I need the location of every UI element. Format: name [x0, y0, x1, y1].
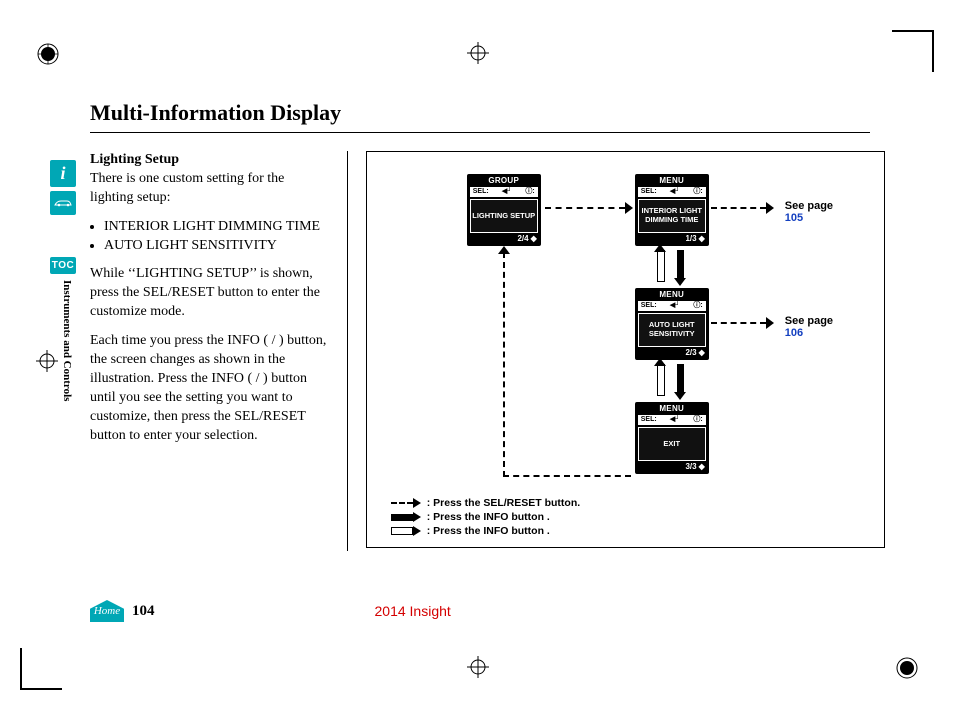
- flow-diagram: GROUP SEL:◀┘ⓘ: LIGHTING SETUP 2/4◆ MENU …: [366, 151, 885, 548]
- page-link[interactable]: 105: [785, 212, 803, 224]
- page-footer: Home 104 2014 Insight: [90, 600, 885, 622]
- registration-mark: [36, 42, 56, 62]
- legend-icon-hollow: [391, 527, 421, 536]
- sel-bar: SEL:◀┘ⓘ:: [470, 187, 538, 196]
- dashed-connector: [711, 322, 766, 324]
- legend: : Press the SEL/RESET button. : Press th…: [391, 495, 580, 537]
- screen-label: EXIT: [638, 427, 706, 461]
- arrowhead-icon: [654, 358, 666, 366]
- page-link[interactable]: 106: [785, 327, 803, 339]
- hollow-arrow: [657, 250, 665, 282]
- crosshair-bottom: [467, 656, 487, 676]
- column-divider: [347, 151, 348, 551]
- crosshair-top: [467, 42, 487, 62]
- screen-page: 3/3: [685, 463, 696, 471]
- screen-page: 2/3: [685, 349, 696, 357]
- screen-header: MENU: [635, 174, 709, 187]
- dashed-connector: [503, 252, 505, 477]
- car-icon: [53, 198, 73, 208]
- intro-text: There is one custom setting for the ligh…: [90, 171, 284, 205]
- arrowhead-icon: [674, 278, 686, 286]
- side-tabs: i TOC Instruments and Controls: [50, 160, 82, 401]
- screen-label: AUTO LIGHT SENSITIVITY: [638, 313, 706, 347]
- screen-header: GROUP: [467, 174, 541, 187]
- screen-header: MENU: [635, 288, 709, 301]
- body-paragraph: While ‘‘LIGHTING SETUP’’ is shown, press…: [90, 265, 329, 322]
- section-label: Instruments and Controls: [59, 280, 73, 401]
- arrowhead-icon: [674, 392, 686, 400]
- setting-item: INTERIOR LIGHT DIMMING TIME: [104, 218, 329, 237]
- hollow-arrow: [657, 364, 665, 396]
- toc-tab[interactable]: TOC: [50, 257, 76, 274]
- screen-menu3: MENU SEL:◀┘ⓘ: EXIT 3/3◆: [635, 402, 709, 474]
- screen-label: INTERIOR LIGHT DIMMING TIME: [638, 199, 706, 233]
- model-year: 2014 Insight: [375, 603, 451, 619]
- crop-corner-bl: [20, 648, 62, 690]
- arrowhead-icon: [766, 317, 774, 329]
- body-paragraph: Each time you press the INFO ( / ) butto…: [90, 332, 329, 445]
- sel-bar: SEL:◀┘ⓘ:: [638, 301, 706, 310]
- legend-icon-dashed: [391, 499, 421, 508]
- subsection-heading: Lighting Setup: [90, 152, 179, 167]
- arrowhead-icon: [766, 202, 774, 214]
- solid-arrow: [677, 250, 684, 280]
- legend-text: : Press the SEL/RESET button.: [427, 497, 580, 509]
- legend-icon-solid: [391, 513, 421, 522]
- screen-page: 2/4: [517, 235, 528, 243]
- body-text-column: Lighting Setup There is one custom setti…: [90, 151, 329, 455]
- arrowhead-icon: [498, 246, 510, 254]
- see-page-ref: See page105: [785, 200, 833, 224]
- crop-corner-tr: [892, 30, 934, 72]
- screen-label: LIGHTING SETUP: [470, 199, 538, 233]
- sel-bar: SEL:◀┘ⓘ:: [638, 187, 706, 196]
- arrowhead-icon: [654, 244, 666, 252]
- see-page-ref: See page106: [785, 315, 833, 339]
- arrowhead-icon: [625, 202, 633, 214]
- home-tab[interactable]: Home: [90, 600, 124, 622]
- solid-arrow: [677, 364, 684, 394]
- screen-group: GROUP SEL:◀┘ⓘ: LIGHTING SETUP 2/4◆: [467, 174, 541, 246]
- dashed-connector: [503, 475, 631, 477]
- dashed-connector: [545, 207, 625, 209]
- legend-text: : Press the INFO button .: [427, 525, 550, 537]
- screen-menu2: MENU SEL:◀┘ⓘ: AUTO LIGHT SENSITIVITY 2/3…: [635, 288, 709, 360]
- screen-page: 1/3: [685, 235, 696, 243]
- setting-item: AUTO LIGHT SENSITIVITY: [104, 237, 329, 256]
- car-icon-tab[interactable]: [50, 191, 76, 215]
- screen-header: MENU: [635, 402, 709, 415]
- dashed-connector: [711, 207, 766, 209]
- page-title: Multi-Information Display: [90, 100, 870, 133]
- registration-mark-br: [895, 656, 915, 676]
- info-tab[interactable]: i: [50, 160, 76, 187]
- sel-bar: SEL:◀┘ⓘ:: [638, 415, 706, 424]
- screen-menu1: MENU SEL:◀┘ⓘ: INTERIOR LIGHT DIMMING TIM…: [635, 174, 709, 246]
- page-number: 104: [132, 603, 155, 620]
- legend-text: : Press the INFO button .: [427, 511, 550, 523]
